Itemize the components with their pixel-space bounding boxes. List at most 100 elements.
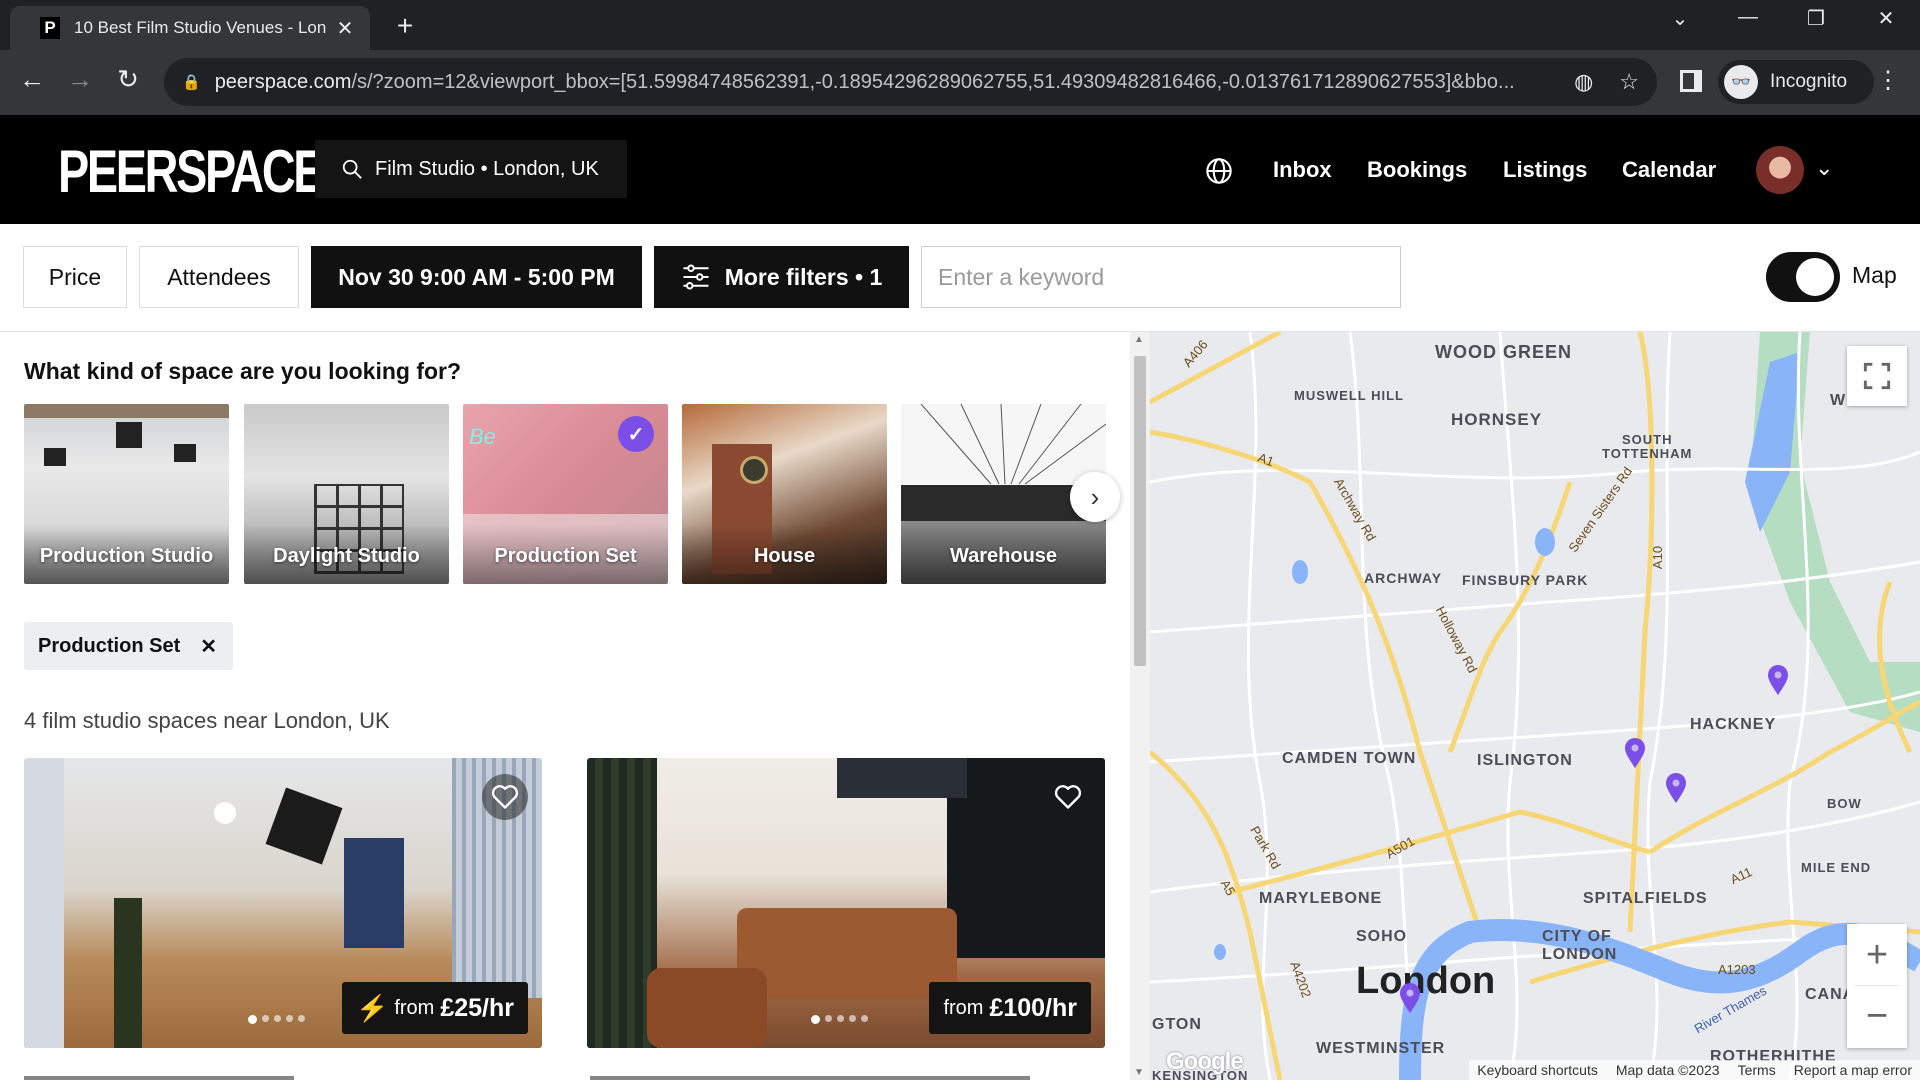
listing-title-partial[interactable] xyxy=(24,1076,294,1080)
tracking-protection-eye-off-icon[interactable]: ◍ xyxy=(1574,69,1593,95)
keyboard-shortcuts-link[interactable]: Keyboard shortcuts xyxy=(1477,1062,1598,1078)
nav-inbox[interactable]: Inbox xyxy=(1273,115,1332,224)
sliders-icon xyxy=(683,264,709,290)
photo-carousel-dots[interactable] xyxy=(248,1015,305,1024)
incognito-label: Incognito xyxy=(1770,71,1848,92)
listing-card[interactable]: ⚡ from £25/hr xyxy=(24,758,542,1048)
search-summary-button[interactable]: Film Studio • London, UK xyxy=(315,140,627,198)
nav-bookings[interactable]: Bookings xyxy=(1367,115,1467,224)
price-filter-button[interactable]: Price xyxy=(23,246,127,308)
photo-carousel-dots[interactable] xyxy=(811,1015,868,1024)
forward-arrow-icon[interactable]: → xyxy=(62,64,98,95)
search-summary-text: Film Studio • London, UK xyxy=(375,157,599,180)
active-filter-chip[interactable]: Production Set ✕ xyxy=(24,622,233,670)
reload-icon[interactable]: ↻ xyxy=(110,64,146,95)
favorite-heart-button[interactable] xyxy=(1045,774,1091,820)
map-label: TOTTENHAM xyxy=(1602,446,1693,461)
lock-icon: 🔒 xyxy=(182,74,201,91)
price-value: £100/hr xyxy=(989,993,1077,1022)
bookmark-star-icon[interactable]: ☆ xyxy=(1619,69,1639,95)
map-label: BOW xyxy=(1827,796,1862,811)
new-tab-button[interactable]: + xyxy=(390,10,420,42)
attendees-filter-button[interactable]: Attendees xyxy=(139,246,299,308)
side-panel-icon[interactable] xyxy=(1680,70,1702,92)
back-arrow-icon[interactable]: ← xyxy=(14,64,50,95)
tab-title: 10 Best Film Studio Venues - Lon xyxy=(74,18,327,37)
favorite-heart-button[interactable] xyxy=(482,774,528,820)
tab-search-chevron-icon[interactable]: ⌄ xyxy=(1660,6,1700,31)
close-window-icon[interactable]: ✕ xyxy=(1866,6,1906,31)
filter-bar: Price Attendees Nov 30 9:00 AM - 5:00 PM… xyxy=(0,224,1920,332)
map-label: SPITALFIELDS xyxy=(1583,890,1708,907)
chip-label: Production Set xyxy=(38,634,181,657)
restore-icon[interactable]: ❐ xyxy=(1796,6,1836,31)
map-roads xyxy=(1150,332,1920,1080)
map-data-text: Map data ©2023 xyxy=(1615,1062,1720,1078)
map-pin[interactable] xyxy=(1766,664,1790,696)
chevron-down-icon[interactable]: ⌄ xyxy=(1815,155,1833,181)
map-label: LONDON xyxy=(1542,946,1618,963)
results-panel: What kind of space are you looking for? … xyxy=(0,332,1130,1080)
browser-tab[interactable]: P 10 Best Film Studio Venues - Lon ✕ xyxy=(10,6,370,50)
terms-link[interactable]: Terms xyxy=(1738,1062,1776,1078)
browser-toolbar: ← → ↻ 🔒 peerspace.com/s/?zoom=12&viewpor… xyxy=(0,50,1920,115)
map-label: SOHO xyxy=(1356,928,1408,945)
site-header: PEERSPACE Film Studio • London, UK Inbox… xyxy=(0,115,1920,224)
nav-listings[interactable]: Listings xyxy=(1503,115,1587,224)
tab-close-icon[interactable]: ✕ xyxy=(334,16,356,41)
map-pin[interactable] xyxy=(1623,737,1647,769)
minimize-icon[interactable]: — xyxy=(1728,6,1768,29)
address-bar[interactable]: 🔒 peerspace.com/s/?zoom=12&viewport_bbox… xyxy=(164,58,1657,106)
carousel-next-button[interactable]: › xyxy=(1070,472,1120,522)
map-pin[interactable] xyxy=(1398,982,1422,1014)
category-card-production-set[interactable]: Be ✓ Production Set xyxy=(463,404,668,584)
browser-menu-icon[interactable]: ⋮ xyxy=(1876,66,1900,95)
category-card-house[interactable]: House xyxy=(682,404,887,584)
avatar[interactable] xyxy=(1756,146,1804,194)
map-label: MILE END xyxy=(1801,860,1872,875)
listing-card[interactable]: from £100/hr xyxy=(587,758,1105,1048)
google-logo[interactable]: Google xyxy=(1166,1048,1244,1076)
fullscreen-button[interactable] xyxy=(1847,346,1907,406)
category-label: House xyxy=(753,545,816,567)
scroll-up-icon[interactable]: ▲ xyxy=(1134,334,1144,345)
map-label: CITY OF xyxy=(1542,928,1612,945)
map-label: ISLINGTON xyxy=(1477,752,1573,769)
map-label: FINSBURY PARK xyxy=(1462,572,1589,588)
selected-check-icon: ✓ xyxy=(618,416,654,452)
remove-chip-icon[interactable]: ✕ xyxy=(200,634,217,659)
map[interactable]: WOOD GREEN MUSWELL HILL HORNSEY SOUTH TO… xyxy=(1150,332,1920,1080)
search-icon xyxy=(342,159,362,179)
more-filters-button[interactable]: More filters • 1 xyxy=(654,246,909,308)
map-label: ARCHWAY xyxy=(1364,570,1443,586)
keyword-input[interactable] xyxy=(938,263,1400,291)
zoom-out-button[interactable]: − xyxy=(1866,986,1888,1046)
price-badge: from £100/hr xyxy=(929,982,1091,1034)
map-label: MARYLEBONE xyxy=(1259,890,1383,907)
date-filter-button[interactable]: Nov 30 9:00 AM - 5:00 PM xyxy=(311,246,642,308)
zoom-controls: + − xyxy=(1847,924,1907,1048)
map-toggle[interactable] xyxy=(1766,252,1840,302)
results-scrollbar[interactable]: ▲ ▼ xyxy=(1130,332,1150,1080)
listing-title-partial[interactable] xyxy=(590,1076,1030,1080)
map-label: WESTMINSTER xyxy=(1316,1040,1446,1057)
globe-icon[interactable] xyxy=(1205,157,1233,185)
map-label: HORNSEY xyxy=(1451,410,1543,429)
incognito-profile-button[interactable]: 👓 Incognito xyxy=(1718,60,1874,104)
scrollbar-thumb[interactable] xyxy=(1134,356,1146,666)
zoom-in-button[interactable]: + xyxy=(1855,926,1899,986)
toggle-knob xyxy=(1796,258,1834,296)
category-card-production-studio[interactable]: Production Studio xyxy=(24,404,229,584)
keyword-field[interactable] xyxy=(921,246,1401,308)
url-text[interactable]: peerspace.com/s/?zoom=12&viewport_bbox=[… xyxy=(215,71,1548,94)
peerspace-favicon-icon: P xyxy=(40,17,60,39)
category-label: Production Studio xyxy=(39,545,214,567)
category-card-daylight-studio[interactable]: Daylight Studio xyxy=(244,404,449,584)
map-pin[interactable] xyxy=(1664,772,1688,804)
price-badge: ⚡ from £25/hr xyxy=(341,982,528,1034)
nav-calendar[interactable]: Calendar xyxy=(1622,115,1716,224)
peerspace-logo[interactable]: PEERSPACE xyxy=(58,137,324,206)
map-label: MUSWELL HILL xyxy=(1294,388,1404,403)
scroll-down-icon[interactable]: ▼ xyxy=(1134,1067,1144,1078)
report-map-error-link[interactable]: Report a map error xyxy=(1794,1062,1912,1078)
